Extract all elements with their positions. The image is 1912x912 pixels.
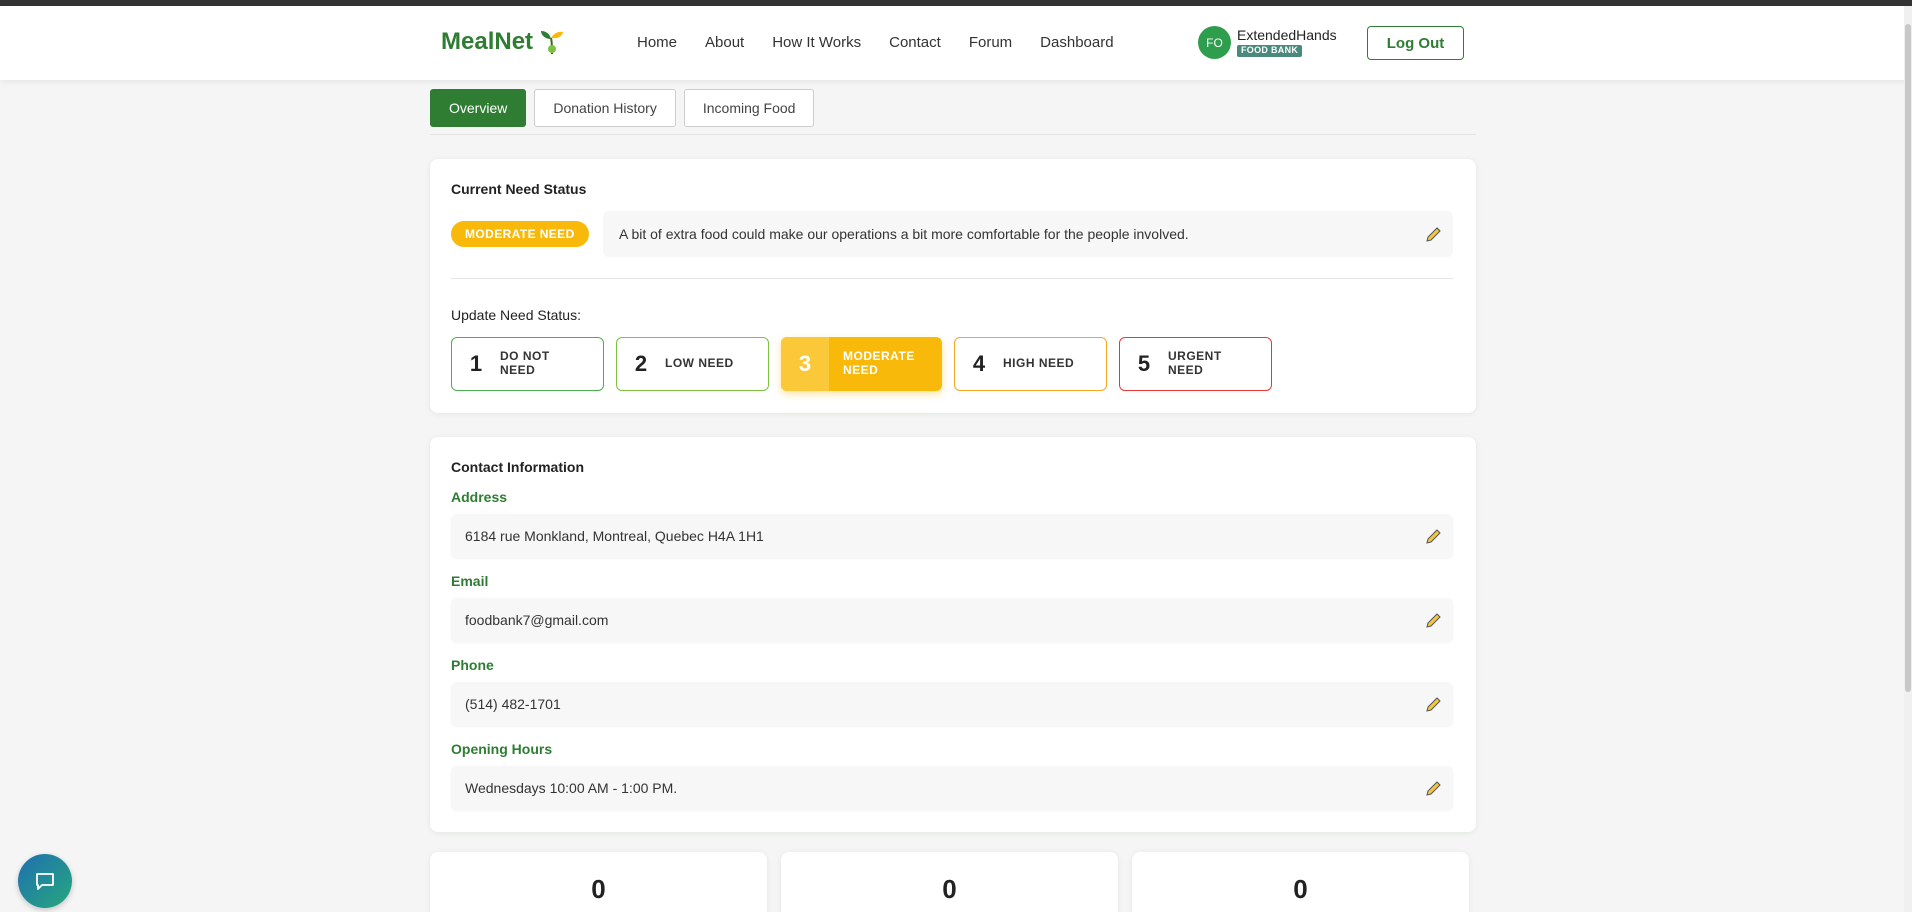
stat-card: 0 (781, 852, 1118, 912)
logo-text: MealNet (441, 28, 534, 55)
need-level-number: 4 (972, 351, 986, 376)
address-field: 6184 rue Monkland, Montreal, Quebec H4A … (451, 514, 1453, 558)
need-status-badge: MODERATE NEED (451, 221, 589, 247)
chat-button[interactable] (18, 854, 72, 908)
need-level-label: MODERATE NEED (843, 349, 915, 377)
need-level-label: LOW NEED (665, 356, 734, 371)
main-content: Overview Donation History Incoming Food … (430, 80, 1476, 912)
nav-forum[interactable]: Forum (969, 34, 1012, 51)
nav-links: Home About How It Works Contact Forum Da… (637, 34, 1114, 51)
email-field: foodbank7@gmail.com (451, 598, 1453, 642)
address-value: 6184 rue Monkland, Montreal, Quebec H4A … (465, 528, 764, 544)
update-need-label: Update Need Status: (451, 307, 581, 323)
sprout-icon (541, 31, 564, 55)
email-label: Email (451, 573, 489, 589)
edit-need-message-icon[interactable] (1425, 225, 1443, 243)
stat-card: 0 (1132, 852, 1469, 912)
contact-info-title: Contact Information (451, 459, 584, 475)
nav-contact[interactable]: Contact (889, 34, 941, 51)
need-message-box: A bit of extra food could make our opera… (603, 211, 1453, 257)
edit-phone-icon[interactable] (1425, 695, 1443, 713)
nav-dashboard[interactable]: Dashboard (1040, 34, 1113, 51)
avatar: FO (1198, 26, 1231, 59)
logo[interactable]: MealNet (441, 28, 565, 56)
email-value: foodbank7@gmail.com (465, 612, 609, 628)
need-status-card: Current Need Status MODERATE NEED A bit … (430, 159, 1476, 413)
tab-incoming-food[interactable]: Incoming Food (683, 89, 815, 127)
need-level-1-button[interactable]: 1 DO NOT NEED (451, 337, 604, 391)
need-level-4-button[interactable]: 4 HIGH NEED (954, 337, 1107, 391)
need-status-title: Current Need Status (451, 181, 587, 197)
user-info: ExtendedHands FOOD BANK (1237, 26, 1337, 58)
page-scrollbar[interactable] (1904, 6, 1912, 912)
stats-row: 0 0 0 (430, 852, 1476, 912)
address-label: Address (451, 489, 508, 505)
edit-hours-icon[interactable] (1425, 779, 1443, 797)
need-level-3-button[interactable]: 3 MODERATE NEED (781, 337, 942, 391)
need-level-label: URGENT NEED (1168, 349, 1222, 377)
logout-button[interactable]: Log Out (1367, 26, 1464, 60)
need-level-5-button[interactable]: 5 URGENT NEED (1119, 337, 1272, 391)
nav-about[interactable]: About (705, 34, 744, 51)
phone-label: Phone (451, 657, 494, 673)
stat-value: 0 (1293, 874, 1308, 904)
tab-overview[interactable]: Overview (430, 89, 527, 127)
tab-bar: Overview Donation History Incoming Food (430, 80, 1476, 135)
need-level-label: HIGH NEED (1003, 356, 1075, 371)
edit-address-icon[interactable] (1425, 527, 1443, 545)
edit-email-icon[interactable] (1425, 611, 1443, 629)
user-menu[interactable]: FO ExtendedHands FOOD BANK (1198, 26, 1337, 59)
need-level-number: 2 (634, 351, 648, 376)
need-message: A bit of extra food could make our opera… (619, 226, 1189, 242)
hours-value: Wednesdays 10:00 AM - 1:00 PM. (465, 780, 678, 796)
stat-value: 0 (942, 874, 957, 904)
phone-value: (514) 482-1701 (465, 696, 561, 712)
need-level-2-button[interactable]: 2 LOW NEED (616, 337, 769, 391)
need-level-number: 5 (1137, 351, 1151, 376)
navbar: MealNet Home About How It Works Contact … (0, 6, 1912, 80)
need-level-label: DO NOT NEED (500, 349, 550, 377)
stat-value: 0 (591, 874, 606, 904)
need-level-number: 1 (469, 351, 483, 376)
scrollbar-thumb[interactable] (1905, 24, 1911, 692)
contact-info-card: Contact Information Address 6184 rue Mon… (430, 437, 1476, 832)
nav-how-it-works[interactable]: How It Works (772, 34, 861, 51)
chat-bubble-icon (36, 873, 54, 890)
stat-card: 0 (430, 852, 767, 912)
tab-donation-history[interactable]: Donation History (534, 89, 676, 127)
phone-field: (514) 482-1701 (451, 682, 1453, 726)
need-level-number: 3 (781, 337, 829, 391)
hours-label: Opening Hours (451, 741, 553, 757)
need-level-options: 1 DO NOT NEED 2 LOW NEED 3 MODERATE NEED… (451, 337, 1272, 391)
need-divider (451, 278, 1453, 279)
user-role-badge: FOOD BANK (1237, 45, 1303, 58)
user-name: ExtendedHands (1237, 26, 1337, 43)
hours-field: Wednesdays 10:00 AM - 1:00 PM. (451, 766, 1453, 810)
nav-home[interactable]: Home (637, 34, 677, 51)
